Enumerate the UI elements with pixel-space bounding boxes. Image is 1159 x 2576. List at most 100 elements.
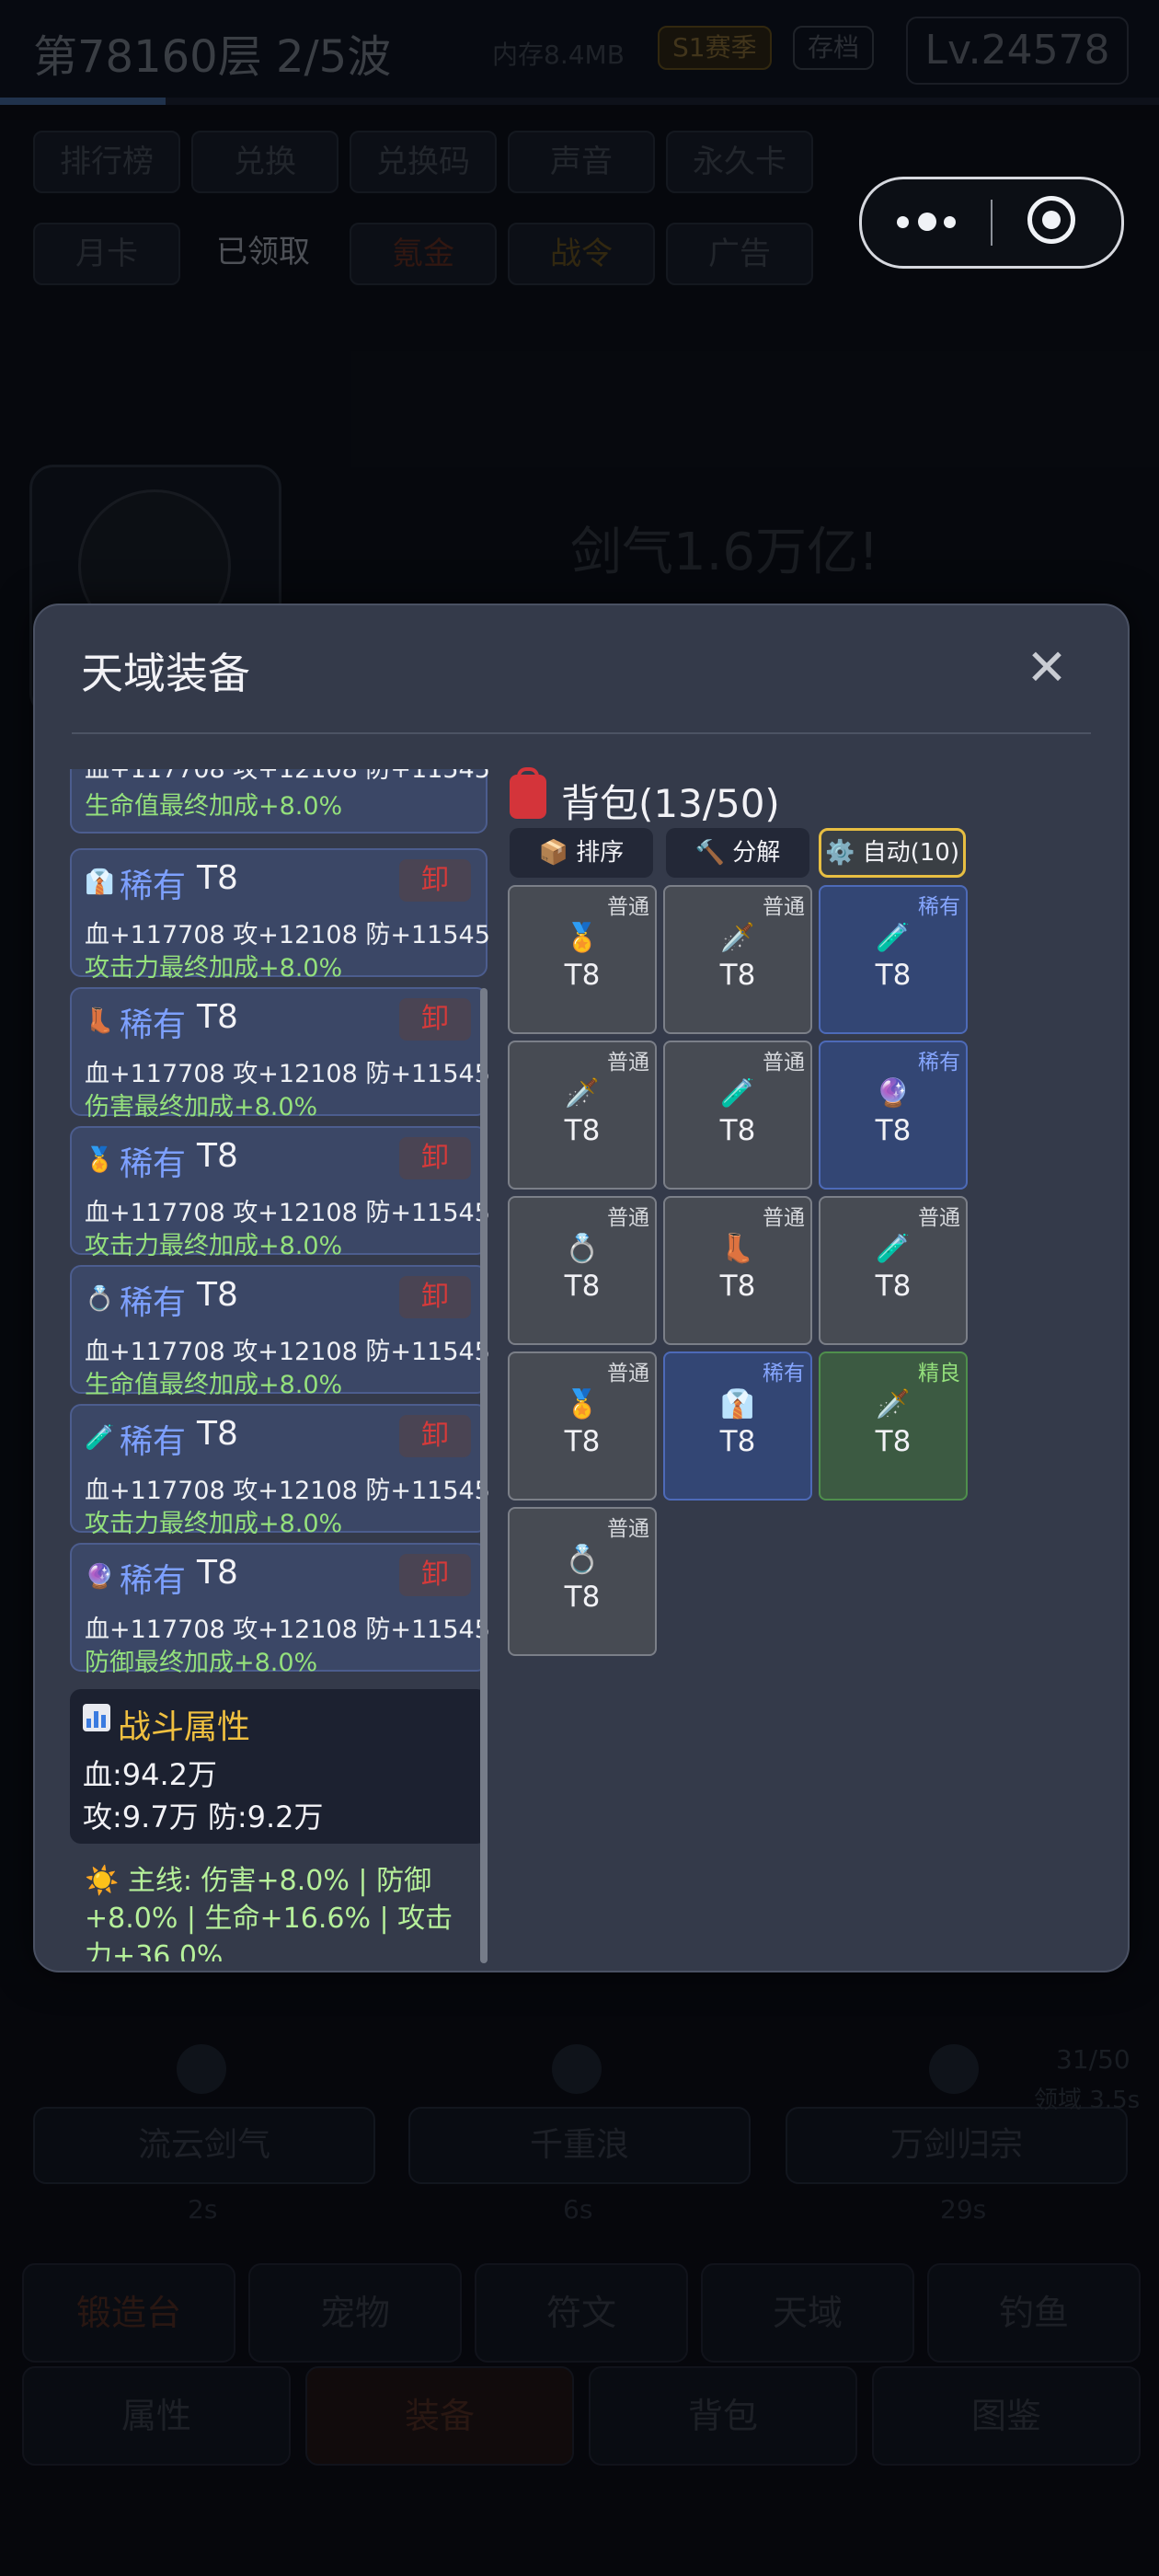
sword-icon: 🗡️ xyxy=(876,1388,911,1420)
equip-tier: T8 xyxy=(197,998,238,1036)
bag-slot[interactable]: 普通 🏅 T8 xyxy=(508,885,657,1034)
equip-card[interactable]: 👢 稀有 T8 卸血+117708 攻+12108 防+11545 伤害最终加成+8.0… xyxy=(70,987,490,1121)
unequip-button[interactable]: 卸 xyxy=(399,1415,471,1457)
battle-atk-def: 攻:9.7万 防:9.2万 xyxy=(83,1800,324,1834)
equip-bonus: 攻击力最终加成+8.0% xyxy=(85,1510,343,1538)
gem-icon: 🔮 xyxy=(85,1563,115,1591)
modal-title: 天域装备 xyxy=(81,649,250,698)
gem-icon: 🔮 xyxy=(876,1077,911,1110)
unequip-button[interactable]: 卸 xyxy=(399,859,471,902)
slot-tier: T8 xyxy=(875,1270,912,1303)
equip-card[interactable]: 🧪 稀有 T8 卸血+117708 攻+12108 防+11545 攻击力最终加成+8.… xyxy=(70,1404,490,1538)
sword-icon: 🗡️ xyxy=(720,922,755,954)
boots-icon: 👢 xyxy=(720,1233,755,1265)
bracer-icon: 🧪 xyxy=(85,1424,115,1452)
equip-stats: 血+117708 攻+12108 防+11545 xyxy=(85,921,490,949)
slot-tier: T8 xyxy=(564,1581,601,1614)
equip-list-scrollbar[interactable] xyxy=(480,988,488,1963)
unequip-button[interactable]: 卸 xyxy=(399,1137,471,1179)
slot-tier: T8 xyxy=(564,1270,601,1303)
ring-icon: 💍 xyxy=(565,1544,600,1576)
slot-quality: 普通 xyxy=(607,1051,649,1075)
equip-stats: 血+117708 攻+12108 防+11545 xyxy=(85,1477,490,1505)
slot-quality: 普通 xyxy=(607,1362,649,1386)
bag-slot[interactable]: 稀有 🧪 T8 xyxy=(819,885,968,1034)
armor-icon: 👔 xyxy=(720,1388,755,1420)
equip-bonus: 防御最终加成+8.0% xyxy=(85,1649,318,1677)
slot-quality: 普通 xyxy=(918,1206,960,1230)
unequip-button[interactable]: 卸 xyxy=(399,1554,471,1596)
bracer-icon: 🧪 xyxy=(720,1077,755,1110)
equip-tier: T8 xyxy=(197,1137,238,1175)
bag-slot[interactable]: 普通 👢 T8 xyxy=(663,1196,812,1345)
equip-card[interactable]: 💍 稀有 T8 卸血+117708 攻+12108 防+11545 生命值最终加成+8.… xyxy=(70,1265,490,1399)
exit-target-icon[interactable] xyxy=(1027,196,1075,244)
bag-slot[interactable]: 普通 💍 T8 xyxy=(508,1507,657,1656)
battle-stats-panel: 战斗属性 血:94.2万 攻:9.7万 防:9.2万 xyxy=(70,1689,488,1844)
slot-quality: 普通 xyxy=(763,1206,805,1230)
equip-tier: T8 xyxy=(197,859,238,897)
bag-slot[interactable]: 普通 🧪 T8 xyxy=(663,1041,812,1190)
battle-hp: 血:94.2万 xyxy=(83,1757,218,1792)
bag-slot[interactable]: 稀有 🔮 T8 xyxy=(819,1041,968,1190)
amulet-icon: 🏅 xyxy=(565,1388,600,1420)
equip-card[interactable]: 👔 稀有 T8 卸血+117708 攻+12108 防+11545 攻击力最终加成+8.… xyxy=(70,848,490,983)
slot-quality: 普通 xyxy=(607,895,649,919)
slot-quality: 普通 xyxy=(763,1051,805,1075)
more-icon[interactable] xyxy=(897,213,958,233)
sort-button[interactable]: 📦 排序 xyxy=(510,828,653,878)
ring-icon: 💍 xyxy=(565,1233,600,1265)
unequip-button[interactable]: 卸 xyxy=(399,998,471,1041)
auto-decompose-button[interactable]: ⚙️ 自动(10) xyxy=(819,828,966,878)
equipment-modal: 天域装备 ✕ 血+117708 攻+12108 防+11545 生命值最终加成+… xyxy=(33,604,1130,1972)
equipped-list[interactable]: 血+117708 攻+12108 防+11545 生命值最终加成+8.0% 👔 稀… xyxy=(70,769,511,1961)
equip-rarity: 稀有 xyxy=(120,868,187,905)
equip-tier: T8 xyxy=(197,1554,238,1592)
decompose-button[interactable]: 🔨 分解 xyxy=(666,828,809,878)
bracer-icon: 🧪 xyxy=(876,1233,911,1265)
bracer-icon: 🧪 xyxy=(876,922,911,954)
slot-quality: 稀有 xyxy=(918,1051,960,1075)
amulet-icon: 🏅 xyxy=(85,1146,115,1174)
unequip-button[interactable]: 卸 xyxy=(399,1276,471,1318)
equip-bonus: 生命值最终加成+8.0% xyxy=(85,1371,343,1399)
slot-quality: 稀有 xyxy=(763,1362,805,1386)
bag-slot[interactable]: 普通 🏅 T8 xyxy=(508,1351,657,1501)
close-button[interactable]: ✕ xyxy=(1019,642,1074,697)
bag-slot[interactable]: 精良 🗡️ T8 xyxy=(819,1351,968,1501)
equip-bonus: 攻击力最终加成+8.0% xyxy=(85,954,343,983)
equip-stats: 血+117708 攻+12108 防+11545 xyxy=(85,1616,490,1644)
slot-quality: 稀有 xyxy=(918,895,960,919)
slot-quality: 普通 xyxy=(763,895,805,919)
bag-slot[interactable]: 稀有 👔 T8 xyxy=(663,1351,812,1501)
bag-slot[interactable]: 普通 🧪 T8 xyxy=(819,1196,968,1345)
slot-quality: 普通 xyxy=(607,1206,649,1230)
equip-stats: 血+117708 攻+12108 防+11545 xyxy=(85,769,490,784)
equip-tier: T8 xyxy=(197,1276,238,1314)
amulet-icon: 🏅 xyxy=(565,922,600,954)
slot-tier: T8 xyxy=(564,959,601,992)
equip-card[interactable]: 🔮 稀有 T8 卸血+117708 攻+12108 防+11545 防御最终加成+8.0… xyxy=(70,1543,490,1677)
bag-slot[interactable]: 普通 🗡️ T8 xyxy=(663,885,812,1034)
slot-tier: T8 xyxy=(719,1114,756,1147)
slot-tier: T8 xyxy=(564,1114,601,1147)
equip-tier: T8 xyxy=(197,1415,238,1453)
slot-tier: T8 xyxy=(875,959,912,992)
slot-quality: 普通 xyxy=(607,1517,649,1541)
slot-tier: T8 xyxy=(719,1270,756,1303)
equip-stats: 血+117708 攻+12108 防+11545 xyxy=(85,1338,490,1366)
sword-icon: 🗡️ xyxy=(565,1077,600,1110)
armor-icon: 👔 xyxy=(85,868,115,896)
bag-slot[interactable]: 普通 💍 T8 xyxy=(508,1196,657,1345)
equip-rarity: 稀有 xyxy=(120,1284,187,1322)
equip-rarity: 稀有 xyxy=(120,1423,187,1461)
backpack-icon xyxy=(510,767,546,819)
equip-card[interactable]: 🏅 稀有 T8 卸血+117708 攻+12108 防+11545 攻击力最终加成+8.… xyxy=(70,1126,490,1260)
mainline-bonus: ☀️ 主线: 伤害+8.0% | 防御+8.0% | 生命+16.6% | 攻击… xyxy=(85,1865,453,1961)
equip-rarity: 稀有 xyxy=(120,1562,187,1600)
boots-icon: 👢 xyxy=(85,1007,115,1035)
equip-rarity: 稀有 xyxy=(120,1145,187,1183)
slot-quality: 精良 xyxy=(918,1362,960,1386)
equip-card-partial[interactable]: 血+117708 攻+12108 防+11545 生命值最终加成+8.0% xyxy=(70,769,490,834)
bag-slot[interactable]: 普通 🗡️ T8 xyxy=(508,1041,657,1190)
